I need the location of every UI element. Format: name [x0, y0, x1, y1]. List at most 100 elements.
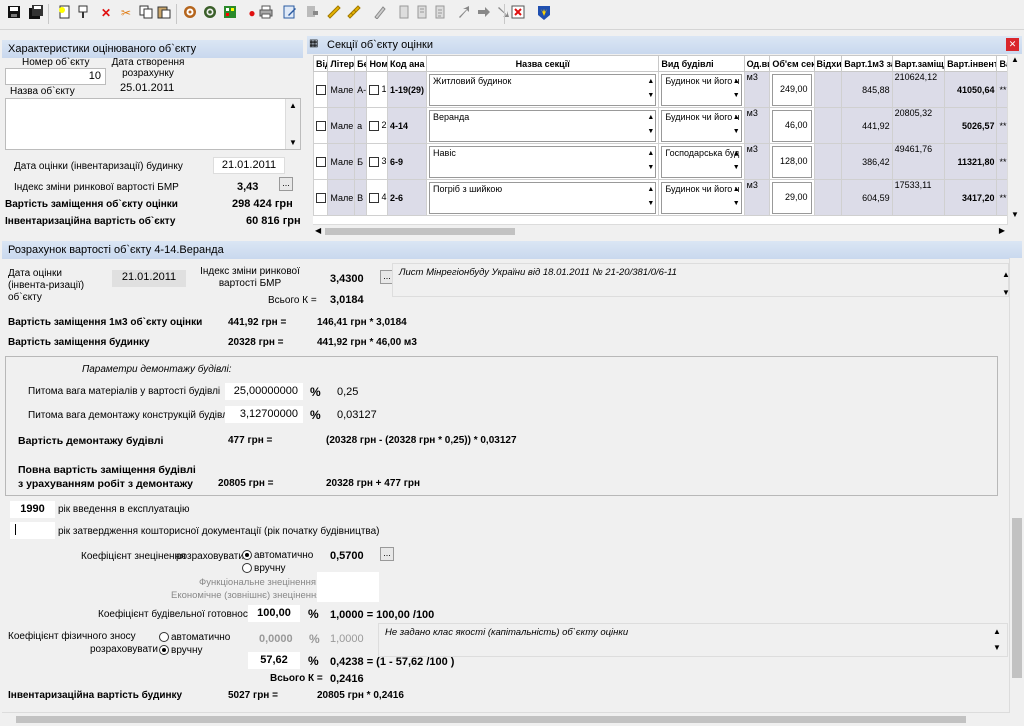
- dep-manual-radio[interactable]: вручну: [242, 563, 286, 574]
- col-header[interactable]: Варт.інвент: [944, 55, 998, 72]
- checkbox[interactable]: [369, 84, 380, 95]
- cell-unit[interactable]: м3: [743, 179, 771, 216]
- col-header[interactable]: Ном: [366, 55, 388, 72]
- cell-volume[interactable]: 128,00: [769, 143, 815, 180]
- sections-hscroll[interactable]: ◀ ▶: [313, 224, 1007, 238]
- cell-type[interactable]: Будинок чи його ч ▲ ▼: [658, 179, 745, 216]
- arrow-up-right-icon[interactable]: [456, 5, 472, 21]
- table-row[interactable]: Мале а 2 4-14 Веранда ▲ ▼ Будинок чи його ч ▲ ▼ м3…: [313, 107, 1007, 144]
- save-all-icon[interactable]: [28, 5, 44, 21]
- cell-nomchk[interactable]: 1: [366, 71, 388, 108]
- new-document-icon[interactable]: [56, 5, 72, 21]
- copy-icon[interactable]: [138, 5, 154, 21]
- ready-field[interactable]: 100,00: [248, 605, 300, 622]
- save-icon[interactable]: [6, 5, 22, 21]
- arrow-right-icon[interactable]: [476, 5, 492, 21]
- cell-chk[interactable]: [313, 179, 329, 216]
- radio-selected-icon[interactable]: [242, 550, 252, 561]
- cell-vid[interactable]: Мале: [327, 71, 356, 108]
- cell-cost1[interactable]: 845,88: [841, 71, 893, 108]
- edit-document-icon[interactable]: [282, 5, 298, 21]
- cell-volume[interactable]: 29,00: [769, 179, 815, 216]
- delete-icon[interactable]: ✕: [98, 5, 114, 21]
- checkbox[interactable]: [316, 156, 326, 167]
- index-ellipsis-button[interactable]: ...: [279, 177, 293, 191]
- target-icon[interactable]: [182, 5, 198, 21]
- cell-dev[interactable]: [813, 71, 843, 108]
- scroll-arrows-icon[interactable]: ▲ ▼: [647, 147, 654, 175]
- checkbox[interactable]: [369, 156, 380, 167]
- cell-name[interactable]: Погріб з шийкою ▲ ▼: [426, 179, 660, 216]
- col-header[interactable]: Бе: [354, 55, 368, 72]
- radio-selected-icon[interactable]: [159, 645, 169, 656]
- cell-type[interactable]: Будинок чи його ч ▲ ▼: [658, 107, 745, 144]
- col-header[interactable]: Відхил: [813, 55, 843, 72]
- cell-kod[interactable]: 4-14: [386, 107, 428, 144]
- cell-replace[interactable]: 49461,76: [891, 143, 946, 180]
- table-row[interactable]: МалеА-111-19(29)Житловий будинок▲▼Будино…: [313, 71, 1007, 108]
- dep-auto-radio[interactable]: автоматично: [242, 550, 313, 561]
- scroll-arrows-icon[interactable]: ▲ ▼: [733, 111, 740, 139]
- col-header[interactable]: Літер: [327, 55, 356, 72]
- building-type-box[interactable]: Господарська буд ▲ ▼: [661, 145, 742, 178]
- calc-date-field[interactable]: 21.01.2011: [112, 270, 186, 287]
- scroll-arrows-icon[interactable]: ▲ ▼: [733, 183, 740, 211]
- col-header[interactable]: Вид будівлі: [658, 55, 745, 72]
- wear-manual-field[interactable]: 57,62: [248, 652, 300, 669]
- cell-kod[interactable]: 1-19(29): [386, 71, 428, 108]
- cell-vid[interactable]: Мале: [327, 179, 356, 216]
- cell-liter[interactable]: В: [354, 179, 368, 216]
- wear-note-scroll[interactable]: ▲ ▼: [993, 624, 1001, 656]
- dem-con-field[interactable]: 3,12700000: [225, 406, 303, 423]
- wear-manual-radio[interactable]: вручну: [159, 645, 203, 656]
- cell-vid[interactable]: Мале: [327, 107, 356, 144]
- coin-icon[interactable]: [202, 5, 218, 21]
- ruler2-icon[interactable]: [346, 5, 362, 21]
- checkbox[interactable]: [369, 120, 380, 131]
- cell-liter[interactable]: а: [354, 107, 368, 144]
- calc-hscroll[interactable]: [2, 712, 1009, 726]
- page3-icon[interactable]: [432, 5, 448, 21]
- cell-extra[interactable]: **: [996, 107, 1007, 144]
- radio-icon[interactable]: [159, 632, 169, 643]
- table-row[interactable]: Мале Б 3 6-9 Навіс ▲ ▼ Господарська буд ▲ ▼ м3 128,…: [313, 143, 1007, 180]
- col-header[interactable]: Варт.заміщ: [891, 55, 946, 72]
- cell-volume[interactable]: 46,00: [769, 107, 815, 144]
- object-number-field[interactable]: 10: [5, 68, 106, 85]
- scroll-arrows-icon[interactable]: ▲ ▼: [733, 75, 740, 103]
- volume-box[interactable]: 46,00: [772, 109, 812, 142]
- cell-unit[interactable]: м3: [743, 71, 771, 108]
- section-name-box[interactable]: Веранда ▲ ▼: [429, 109, 657, 142]
- cell-kod[interactable]: 2-6: [386, 179, 428, 216]
- section-name-box[interactable]: Житловий будинок ▲ ▼: [429, 73, 657, 106]
- cell-volume[interactable]: 249,00: [769, 71, 815, 108]
- checkbox[interactable]: [316, 84, 326, 95]
- sections-vscroll[interactable]: ▲ ▼: [1007, 55, 1022, 225]
- cell-nomchk[interactable]: 3: [366, 143, 388, 180]
- year2-field[interactable]: [10, 522, 55, 539]
- table-row[interactable]: Мале В 4 2-6 Погріб з шийкою ▲ ▼ Будинок чи йог…: [313, 179, 1007, 216]
- col-header[interactable]: Код ана: [386, 55, 428, 72]
- cell-replace[interactable]: 17533,11: [891, 179, 946, 216]
- dep-ellipsis-button[interactable]: ...: [380, 547, 394, 561]
- document-gray-icon[interactable]: [304, 5, 320, 21]
- cell-extra[interactable]: **: [996, 143, 1007, 180]
- wear-auto-radio[interactable]: автоматично: [159, 632, 230, 643]
- building-type-box[interactable]: Будинок чи його ч ▲ ▼: [661, 73, 742, 106]
- scroll-arrows-icon[interactable]: ▲ ▼: [733, 147, 740, 175]
- pencil-icon[interactable]: [372, 5, 388, 21]
- cell-invent[interactable]: 11321,80: [944, 143, 998, 180]
- cell-invent[interactable]: 3417,20: [944, 179, 998, 216]
- cell-name[interactable]: Навіс ▲ ▼: [426, 143, 660, 180]
- copy-format-icon[interactable]: [76, 5, 92, 21]
- page2-icon[interactable]: [414, 5, 430, 21]
- cell-nomchk[interactable]: 2: [366, 107, 388, 144]
- checkbox[interactable]: [316, 120, 326, 131]
- object-name-field[interactable]: ▲ ▼: [5, 98, 301, 150]
- cell-invent[interactable]: 41050,64: [944, 71, 998, 108]
- cell-vid[interactable]: Мале: [327, 143, 356, 180]
- cell-type[interactable]: Будинок чи його ч ▲ ▼: [658, 71, 745, 108]
- cell-kod[interactable]: 6-9: [386, 143, 428, 180]
- volume-box[interactable]: 128,00: [772, 145, 812, 178]
- cell-name[interactable]: Веранда ▲ ▼: [426, 107, 660, 144]
